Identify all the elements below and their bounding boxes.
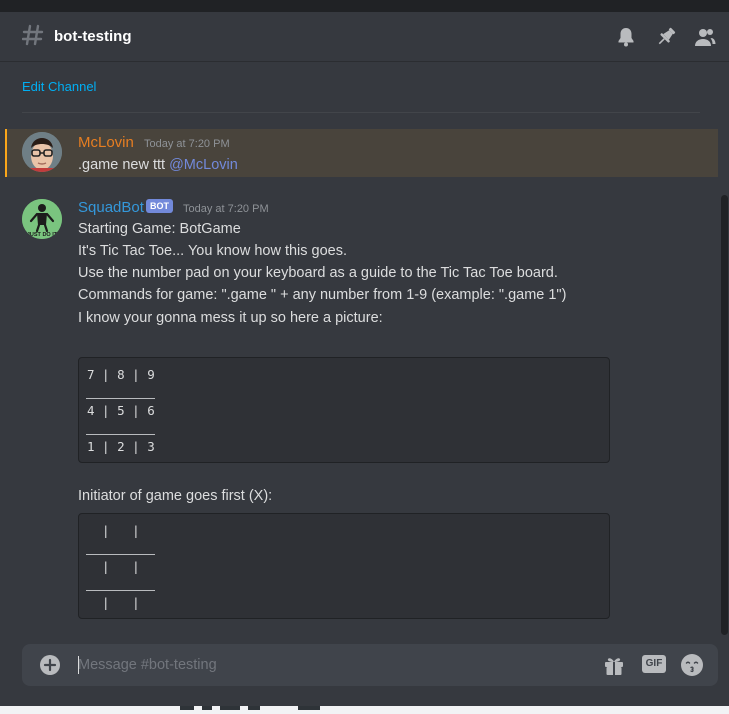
scrollbar-thumb[interactable] — [721, 195, 728, 635]
code-line: 1 | 2 | 3 — [87, 439, 155, 454]
message-composer: GIF — [22, 644, 718, 686]
code-line: | | — [87, 523, 140, 538]
bot-tag: BOT — [146, 199, 173, 213]
board-rule — [86, 398, 155, 399]
divider — [22, 112, 700, 113]
members-icon[interactable] — [693, 25, 717, 49]
message-content: .game new ttt @McLovin — [78, 157, 238, 173]
board-rule — [86, 590, 155, 591]
message-line: Starting Game: BotGame — [78, 221, 241, 237]
add-icon[interactable] — [40, 655, 60, 675]
hash-icon — [22, 24, 44, 46]
user-mention[interactable]: @McLovin — [169, 157, 238, 173]
mclovin-avatar-image — [22, 132, 62, 172]
code-line: 4 | 5 | 6 — [87, 403, 155, 418]
code-line: | | — [87, 559, 140, 574]
bottom-strip — [0, 706, 729, 714]
bell-icon[interactable] — [614, 25, 638, 49]
edit-channel-link[interactable]: Edit Channel — [22, 79, 96, 94]
avatar[interactable] — [22, 132, 62, 172]
gif-icon[interactable]: GIF — [642, 655, 666, 673]
board-rule — [86, 434, 155, 435]
message-list[interactable]: Edit Channel McLovin Today at 7:20 PM .g… — [0, 63, 729, 640]
code-line: 7 | 8 | 9 — [87, 367, 155, 382]
message-line: It's Tic Tac Toe... You know how this go… — [78, 243, 348, 259]
message-line: Commands for game: ".game " + any number… — [78, 287, 567, 303]
message-line: I know your gonna mess it up so here a p… — [78, 310, 383, 326]
message-text: .game new ttt — [78, 157, 170, 173]
avatar-text: JUST DO IT — [27, 232, 58, 238]
message-line: Initiator of game goes first (X): — [78, 488, 273, 504]
message-author[interactable]: McLovin — [78, 134, 134, 151]
code-line: | | — [87, 595, 140, 610]
game-board-codeblock: | | | | | | — [78, 513, 610, 619]
channel-header: bot-testing — [0, 12, 729, 62]
bot-timestamp: Today at 7:20 PM — [183, 203, 269, 215]
channel-title: bot-testing — [54, 28, 132, 45]
text-caret — [78, 656, 79, 674]
emoji-icon[interactable] — [680, 653, 704, 677]
board-rule — [86, 554, 155, 555]
message-input[interactable] — [78, 644, 578, 686]
pin-icon[interactable] — [654, 25, 678, 49]
message-timestamp: Today at 7:20 PM — [144, 138, 230, 150]
squadbot-avatar-image: JUST DO IT — [22, 199, 62, 239]
window-top-strip — [0, 0, 729, 12]
background-page-text-fragment — [180, 706, 320, 710]
bot-author[interactable]: SquadBot — [78, 199, 144, 216]
message-line: Use the number pad on your keyboard as a… — [78, 265, 558, 281]
guide-board-codeblock: 7 | 8 | 9 4 | 5 | 6 1 | 2 | 3 — [78, 357, 610, 463]
gift-icon[interactable] — [602, 653, 626, 677]
bot-avatar[interactable]: JUST DO IT — [22, 199, 62, 239]
